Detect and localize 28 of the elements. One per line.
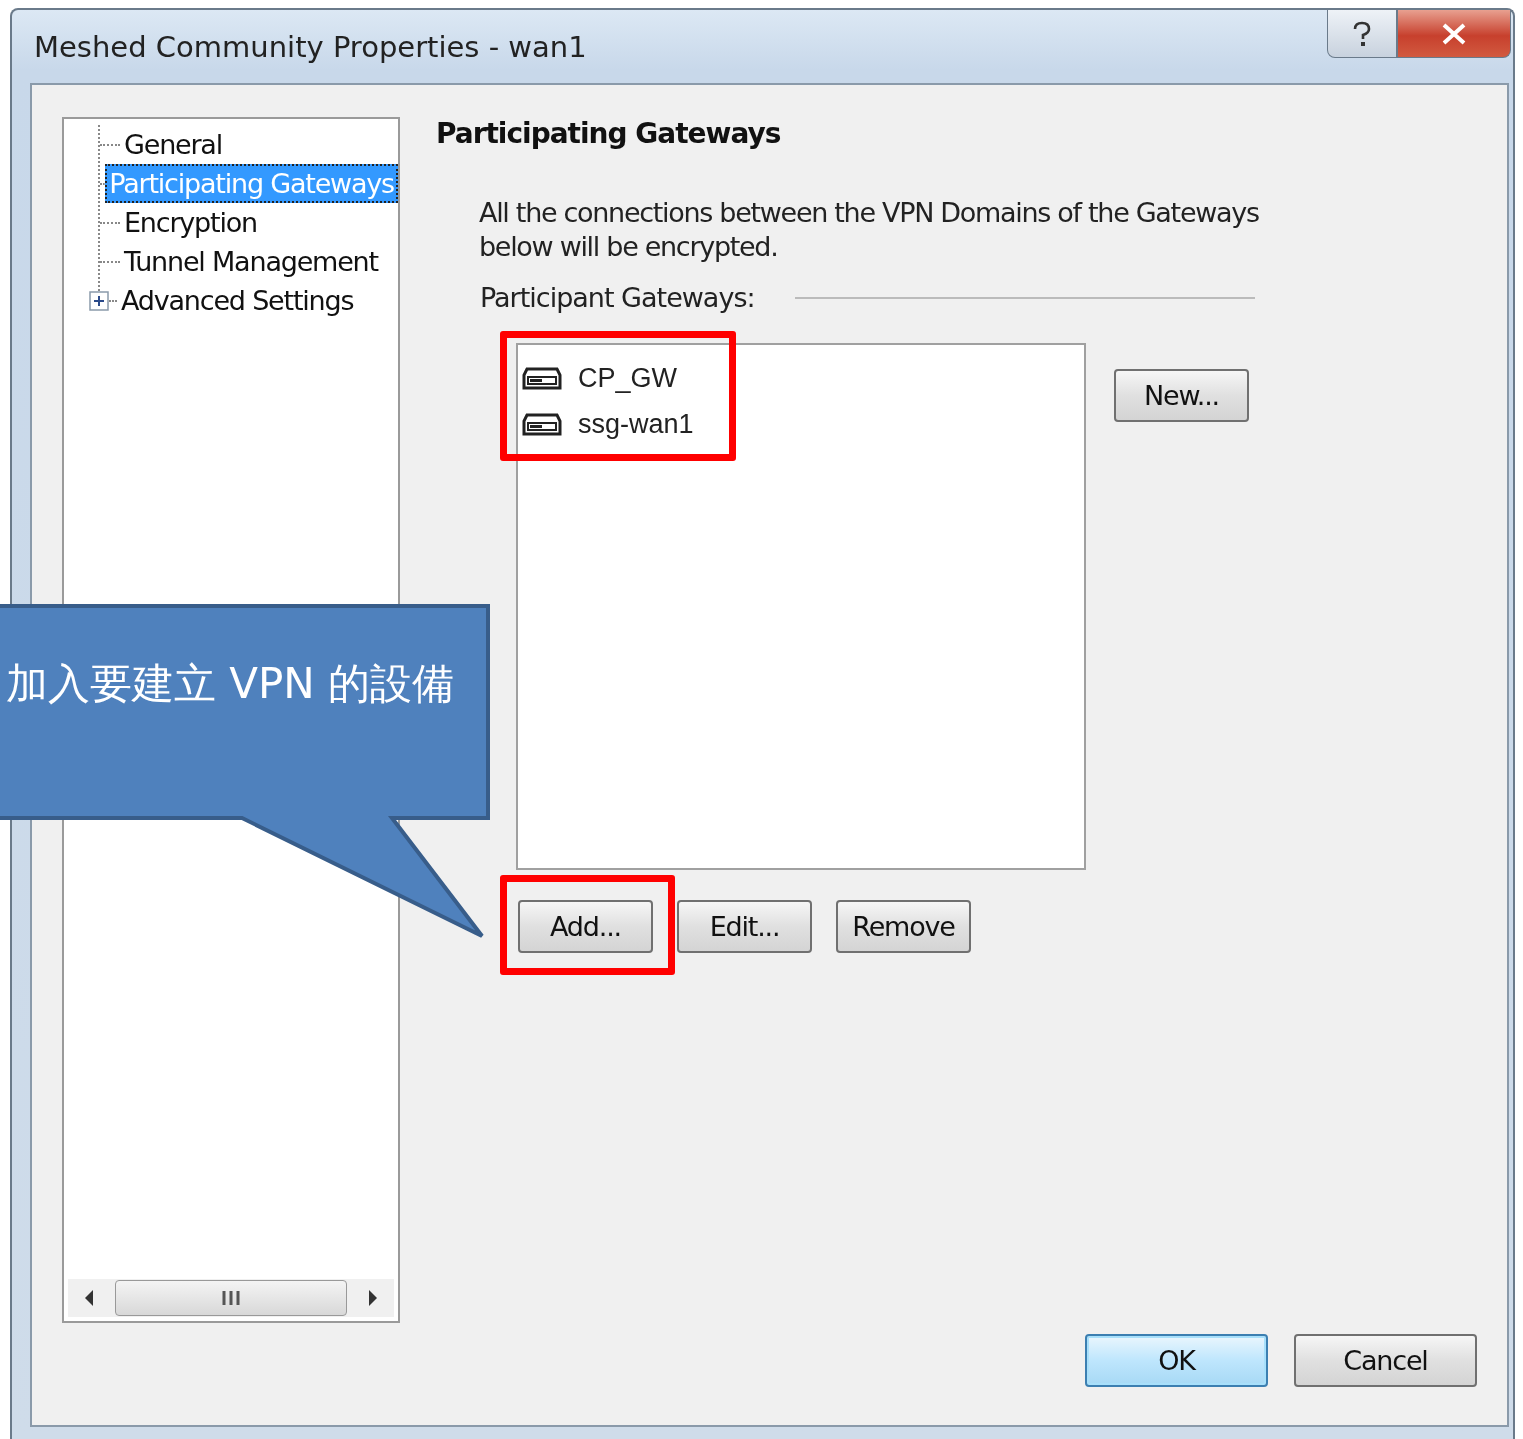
gateway-device-icon [522,366,562,390]
close-icon [1441,22,1467,45]
tree-item[interactable]: Advanced Settings [117,281,358,320]
new-button[interactable]: New... [1114,369,1249,422]
list-button[interactable]: Add... [518,900,653,953]
callout-text: 加入要建立 VPN 的設備 [4,658,456,710]
section-heading: Participating Gateways [436,117,782,150]
horizontal-scrollbar[interactable] [68,1279,394,1317]
list-button[interactable]: Edit... [677,900,812,953]
grip-icon [220,1290,242,1306]
close-button[interactable] [1397,10,1511,58]
dialog-button[interactable]: Cancel [1294,1334,1477,1387]
scroll-right-icon[interactable] [366,1288,380,1308]
gateway-item[interactable]: ssg-wan1 [522,401,1084,447]
tree-item[interactable]: Encryption [120,203,261,242]
gateway-item[interactable]: CP_GW [522,355,1084,401]
list-button[interactable]: Remove [836,900,971,953]
list-label: Participant Gateways: [480,282,755,313]
tree-item[interactable]: General [120,125,226,164]
help-button[interactable] [1327,10,1397,58]
description-text: All the connections between the VPN Domains of the Gateways below will be encrypted. [479,196,1259,264]
gateway-device-icon [522,412,562,436]
window-title: Meshed Community Properties - wan1 [34,30,587,64]
help-icon [1351,19,1373,48]
tree-item[interactable]: Tunnel Management [120,242,382,281]
expand-icon[interactable] [89,290,109,311]
scroll-thumb[interactable] [115,1280,347,1316]
dialog-button[interactable]: OK [1085,1334,1268,1387]
